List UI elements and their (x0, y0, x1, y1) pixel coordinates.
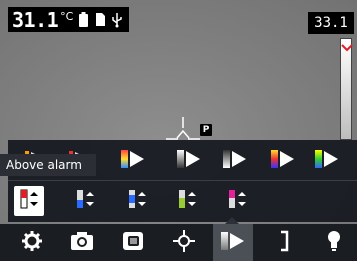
alarm-above-icon (18, 188, 40, 214)
palette-white-hot[interactable] (174, 146, 204, 176)
spot-temperature-readout: 31.1 °C (8, 7, 130, 32)
alarm-interval[interactable] (122, 186, 152, 216)
crosshair-icon (173, 229, 195, 256)
menu-image-mode[interactable] (113, 224, 153, 261)
alarm-condensation-icon (176, 188, 198, 214)
temperature-scale-bar (340, 38, 352, 140)
measure-badge: P (200, 124, 212, 136)
palette-white-hot-icon (176, 148, 202, 174)
thermal-camera-screen: 31.1 °C 33.1 P Above alarm (0, 0, 357, 261)
temperature-unit: °C (60, 9, 74, 23)
menu-temperature-scale[interactable] (264, 224, 304, 261)
usb-icon (110, 11, 124, 28)
menu-color[interactable] (213, 224, 253, 261)
palette-arctic[interactable] (268, 146, 298, 176)
palette-lava-icon (314, 148, 340, 174)
scale-bracket-icon (276, 230, 292, 256)
bottom-menu-bar (0, 224, 357, 261)
menu-measurement[interactable] (164, 224, 204, 261)
palette-black-hot-icon (222, 148, 248, 174)
spot-meter-crosshair-icon (166, 117, 200, 141)
scale-max-value: 33.1 (308, 12, 354, 34)
alarm-below[interactable] (70, 186, 100, 216)
panel-divider (8, 180, 357, 181)
palette-lava[interactable] (312, 146, 342, 176)
alarm-interval-icon (126, 188, 148, 214)
palette-black-hot[interactable] (220, 146, 250, 176)
spot-temperature-value: 31.1 (12, 7, 59, 32)
menu-settings[interactable] (12, 224, 52, 261)
camera-icon (70, 231, 94, 255)
menu-camera[interactable] (62, 224, 102, 261)
alarm-insulation-icon (226, 188, 248, 214)
alarm-below-icon (74, 188, 96, 214)
alarm-condensation[interactable] (172, 186, 202, 216)
palette-tooltip: Above alarm (0, 154, 96, 176)
alarm-row (8, 182, 357, 220)
battery-icon (76, 11, 90, 28)
sd-card-icon (93, 11, 107, 28)
palette-rainbow-hc-icon (120, 148, 146, 174)
palette-icon (220, 230, 246, 256)
bulb-icon (326, 230, 342, 256)
image-mode-icon (122, 231, 144, 255)
menu-light[interactable] (314, 224, 354, 261)
alarm-above[interactable] (14, 186, 44, 216)
menu-pointer-arrow (225, 217, 239, 224)
alarm-insulation[interactable] (222, 186, 252, 216)
palette-menu-panel (8, 140, 357, 222)
scale-marker-icon (340, 38, 354, 52)
gear-icon (21, 230, 43, 256)
palette-rainbow-hc[interactable] (118, 146, 148, 176)
palette-arctic-icon (270, 148, 296, 174)
